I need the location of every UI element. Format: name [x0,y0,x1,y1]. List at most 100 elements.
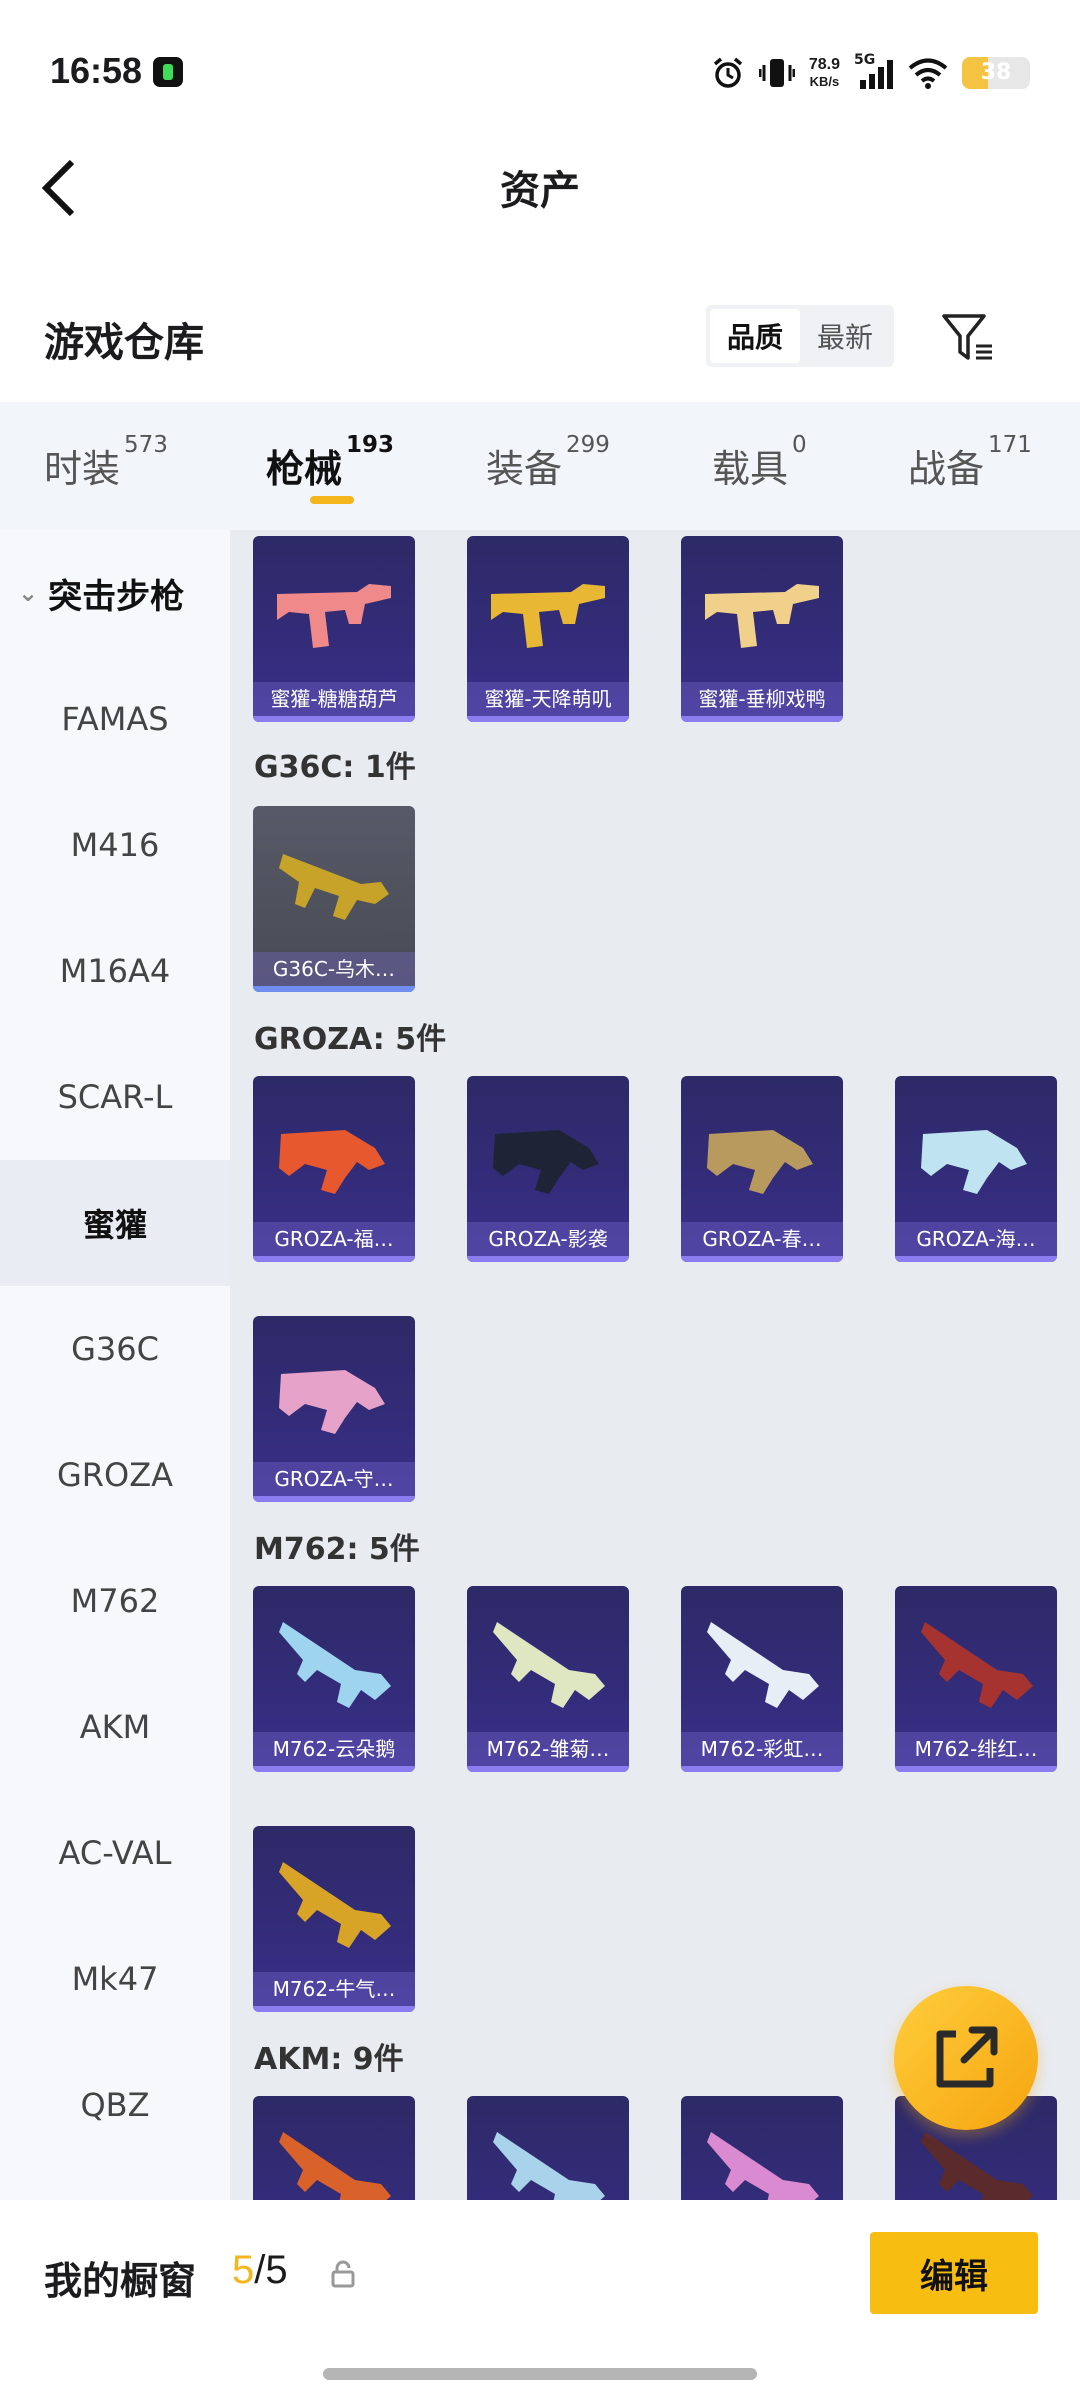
rifle-icon [493,1130,599,1194]
sidebar-item-groza[interactable]: GROZA [0,1412,230,1538]
rifle-icon [921,1622,1033,1708]
skin-card[interactable]: G36C-乌木… [253,806,415,992]
skin-label: GROZA-守… [253,1462,415,1496]
section-heading-akm: AKM: 9件 [254,2042,404,2077]
skin-card[interactable] [681,2096,843,2200]
tab-equipment[interactable]: 装备299 [486,432,610,493]
skin-card[interactable]: M762-云朵鹅 [253,1586,415,1772]
vibrate-icon [758,59,795,87]
skin-label: GROZA-海… [895,1222,1057,1256]
skin-label: M762-彩虹… [681,1732,843,1766]
rarity-stripe [253,2006,415,2012]
tab-label: 战备 [908,447,985,491]
tab-vehicles[interactable]: 载具0 [712,432,807,493]
battery-icon: 38 [962,57,1030,89]
sidebar-group-assault-rifles[interactable]: ⌄ 突击步枪 [0,530,230,656]
sort-option-newest[interactable]: 最新 [800,309,890,363]
rarity-stripe [681,1766,843,1772]
skin-card[interactable] [253,2096,415,2200]
rifle-icon [277,584,391,648]
skin-card[interactable]: M762-绯红… [895,1586,1057,1772]
sidebar-item-honey-badger[interactable]: 蜜獾 [0,1160,230,1286]
sidebar-item-mk47[interactable]: Mk47 [0,1916,230,2042]
share-button[interactable] [894,1986,1038,2130]
tab-count: 573 [124,432,168,458]
section-title: 游戏仓库 [44,320,204,366]
sidebar-item-m16a4[interactable]: M16A4 [0,908,230,1034]
status-icons: 78.9 KB/s 5G 38 [711,50,1030,96]
share-icon [936,2026,998,2088]
skin-card[interactable]: 蜜獾-糖糖葫芦 [253,536,415,722]
skin-label: M762-绯红… [895,1732,1057,1766]
edit-button[interactable]: 编辑 [870,2232,1038,2314]
top-header: 资产 [0,140,1080,230]
section-heading-groza: GROZA: 5件 [254,1022,447,1057]
skin-grid: 蜜獾-糖糖葫芦 蜜獾-天降萌叽 蜜獾-垂柳戏鸭 G36C: 1件 G36C-乌木… [230,530,1080,2200]
sort-option-quality[interactable]: 品质 [710,309,800,363]
rifle-icon [279,1370,385,1434]
status-bar: 16:58 78.9 KB/s 5G 38 [0,0,1080,140]
tab-label: 载具 [712,447,789,491]
sidebar-item-scar-l[interactable]: SCAR-L [0,1034,230,1160]
cell-signal: 5G [854,52,894,90]
skin-card[interactable]: 蜜獾-垂柳戏鸭 [681,536,843,722]
skin-card[interactable]: GROZA-影袭 [467,1076,629,1262]
skin-card[interactable]: M762-彩虹… [681,1586,843,1772]
tab-firearms[interactable]: 枪械193 [266,432,394,493]
rifle-icon [279,2132,391,2200]
battery-level: 38 [980,60,1012,85]
sidebar-item-g36c[interactable]: G36C [0,1286,230,1412]
skin-card[interactable]: 蜜獾-天降萌叽 [467,536,629,722]
tab-count: 299 [566,432,610,458]
category-tabs: 时装573 枪械193 装备299 载具0 战备171 [0,402,1080,530]
skin-card[interactable]: GROZA-守… [253,1316,415,1502]
tab-label: 装备 [486,447,563,491]
showcase-bar: 我的橱窗 5/5 编辑 [0,2200,1080,2400]
tab-supplies[interactable]: 战备171 [908,432,1032,493]
rarity-stripe [681,716,843,722]
tab-count: 171 [988,432,1032,458]
sidebar-item-qbz[interactable]: QBZ [0,2042,230,2168]
skin-label: 蜜獾-垂柳戏鸭 [681,682,843,716]
wifi-icon [908,58,948,89]
rifle-icon [279,1130,385,1194]
sidebar-item-m762[interactable]: M762 [0,1538,230,1664]
tab-fashion[interactable]: 时装573 [44,432,168,493]
tab-count: 0 [792,432,807,458]
rarity-stripe [253,1256,415,1262]
status-time: 16:58 [50,50,143,91]
sidebar-item-m416[interactable]: M416 [0,782,230,908]
filter-icon[interactable] [940,310,996,366]
skin-card[interactable]: M762-雏菊… [467,1586,629,1772]
skin-card[interactable]: GROZA-春… [681,1076,843,1262]
rarity-stripe [895,1766,1057,1772]
showcase-label: 我的橱窗 [44,2259,197,2303]
active-tab-indicator [310,496,354,504]
sidebar-item-akm[interactable]: AKM [0,1664,230,1790]
tab-count: 193 [346,432,395,458]
chevron-down-icon: ⌄ [18,579,39,607]
showcase-separator: / [254,2248,266,2292]
rifle-icon [707,1622,819,1708]
showcase-current: 5 [232,2248,255,2292]
rifle-icon [707,1130,813,1194]
sidebar-group-label: 突击步枪 [48,576,185,617]
showcase-total: 5 [265,2248,288,2292]
rarity-stripe [895,1256,1057,1262]
rarity-stripe [253,1766,415,1772]
rifle-icon [493,1622,605,1708]
skin-card[interactable] [467,2096,629,2200]
sidebar-item-famas[interactable]: FAMAS [0,656,230,782]
skin-label: GROZA-影袭 [467,1222,629,1256]
net-speed-unit: KB/s [809,74,840,89]
skin-label: GROZA-福… [253,1222,415,1256]
sidebar-item-ac-val[interactable]: AC-VAL [0,1790,230,1916]
skin-card[interactable]: GROZA-福… [253,1076,415,1262]
rifle-icon [491,584,605,648]
rifle-icon [279,1622,391,1708]
alarm-icon [713,57,742,88]
skin-card[interactable]: M762-牛气… [253,1826,415,2012]
section-heading-m762: M762: 5件 [254,1532,420,1567]
skin-card[interactable]: GROZA-海… [895,1076,1057,1262]
home-indicator[interactable] [323,2368,757,2380]
